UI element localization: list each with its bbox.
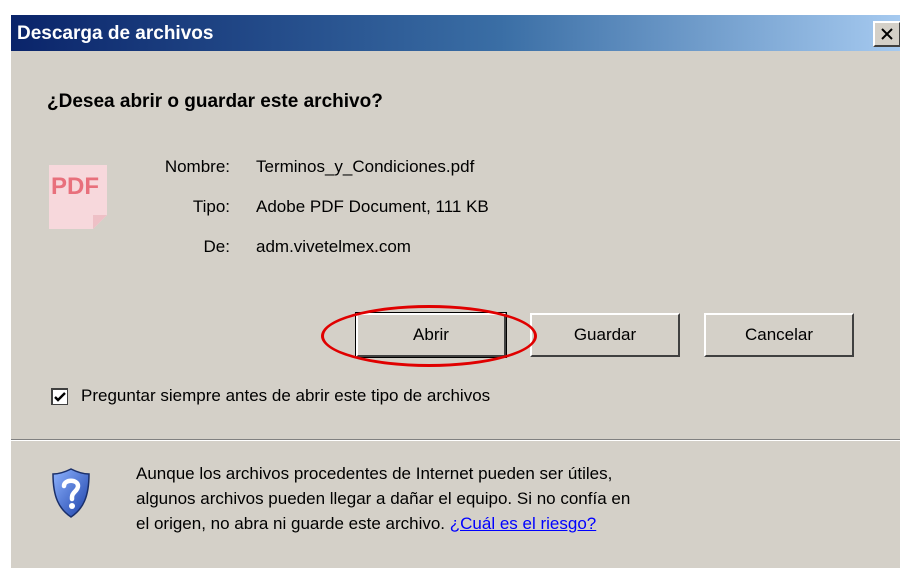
shield-question-icon [52, 468, 90, 518]
open-button[interactable]: Abrir [355, 312, 507, 358]
always-ask-checkbox[interactable] [51, 388, 68, 405]
save-button[interactable]: Guardar [530, 313, 680, 357]
download-question: ¿Desea abrir o guardar este archivo? [47, 91, 383, 112]
file-name-value: Terminos_y_Condiciones.pdf [256, 157, 475, 176]
window-title: Descarga de archivos [17, 23, 214, 44]
pdf-icon: PDF [49, 165, 107, 229]
security-warning: Aunque los archivos procedentes de Inter… [136, 461, 756, 536]
title-bar[interactable]: Descarga de archivos [11, 15, 900, 51]
always-ask-label[interactable]: Preguntar siempre antes de abrir este ti… [81, 386, 490, 406]
risk-link[interactable]: ¿Cuál es el riesgo? [450, 514, 596, 533]
name-label: Nombre: [164, 157, 230, 176]
warning-line: Aunque los archivos procedentes de Inter… [136, 464, 613, 483]
file-type-value: Adobe PDF Document, 111 KB [256, 197, 489, 216]
cancel-button[interactable]: Cancelar [704, 313, 854, 357]
file-download-dialog: Descarga de archivos ¿Desea abrir o guar… [10, 14, 900, 568]
from-label: De: [203, 237, 230, 256]
checkmark-icon [54, 392, 66, 402]
warning-line-last: el origen, no abra ni guarde este archiv… [136, 511, 756, 536]
close-button[interactable] [873, 21, 900, 47]
warning-line: algunos archivos pueden llegar a dañar e… [136, 489, 631, 508]
close-icon [881, 28, 893, 40]
file-source-value: adm.vivetelmex.com [256, 237, 411, 256]
divider-highlight [11, 440, 900, 441]
warning-line-text: el origen, no abra ni guarde este archiv… [136, 514, 446, 533]
pdf-icon-text: PDF [51, 173, 99, 200]
type-label: Tipo: [192, 197, 230, 216]
